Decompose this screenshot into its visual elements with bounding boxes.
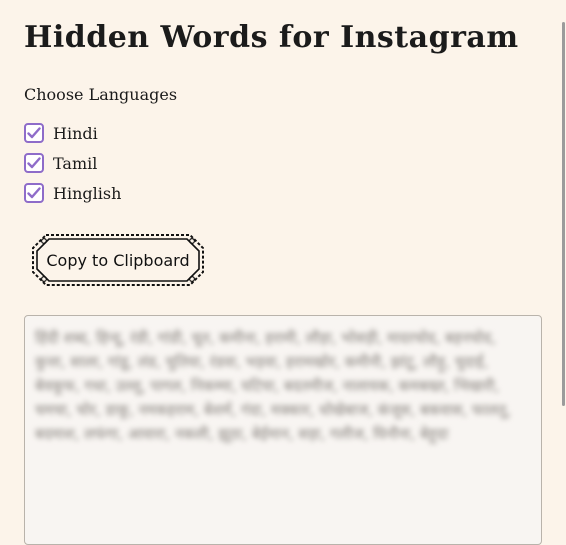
output-text: हिंदी शब्द, हिन्दू, रंडी, गांडी, चूत, कम… (35, 329, 511, 443)
hinglish-checkbox[interactable] (24, 183, 44, 203)
language-option-tamil[interactable]: Tamil (24, 148, 121, 178)
tamil-checkbox[interactable] (24, 153, 44, 173)
copy-button-label: Copy to Clipboard (46, 250, 190, 270)
hindi-label: Hindi (53, 123, 98, 143)
tamil-label: Tamil (53, 153, 98, 173)
hidden-words-output[interactable]: हिंदी शब्द, हिन्दू, रंडी, गांडी, चूत, कम… (24, 315, 542, 545)
copy-to-clipboard-button[interactable]: Copy to Clipboard (30, 232, 206, 288)
language-list: Hindi Tamil Hinglish (24, 118, 121, 208)
checkmark-icon (27, 127, 41, 139)
checkmark-icon (27, 157, 41, 169)
hindi-checkbox[interactable] (24, 123, 44, 143)
checkmark-icon (27, 187, 41, 199)
page-title: Hidden Words for Instagram (24, 20, 519, 55)
hinglish-label: Hinglish (53, 183, 122, 203)
language-option-hinglish[interactable]: Hinglish (24, 178, 121, 208)
page-scrollbar[interactable] (562, 22, 565, 406)
language-option-hindi[interactable]: Hindi (24, 118, 121, 148)
choose-languages-label: Choose Languages (24, 85, 178, 104)
